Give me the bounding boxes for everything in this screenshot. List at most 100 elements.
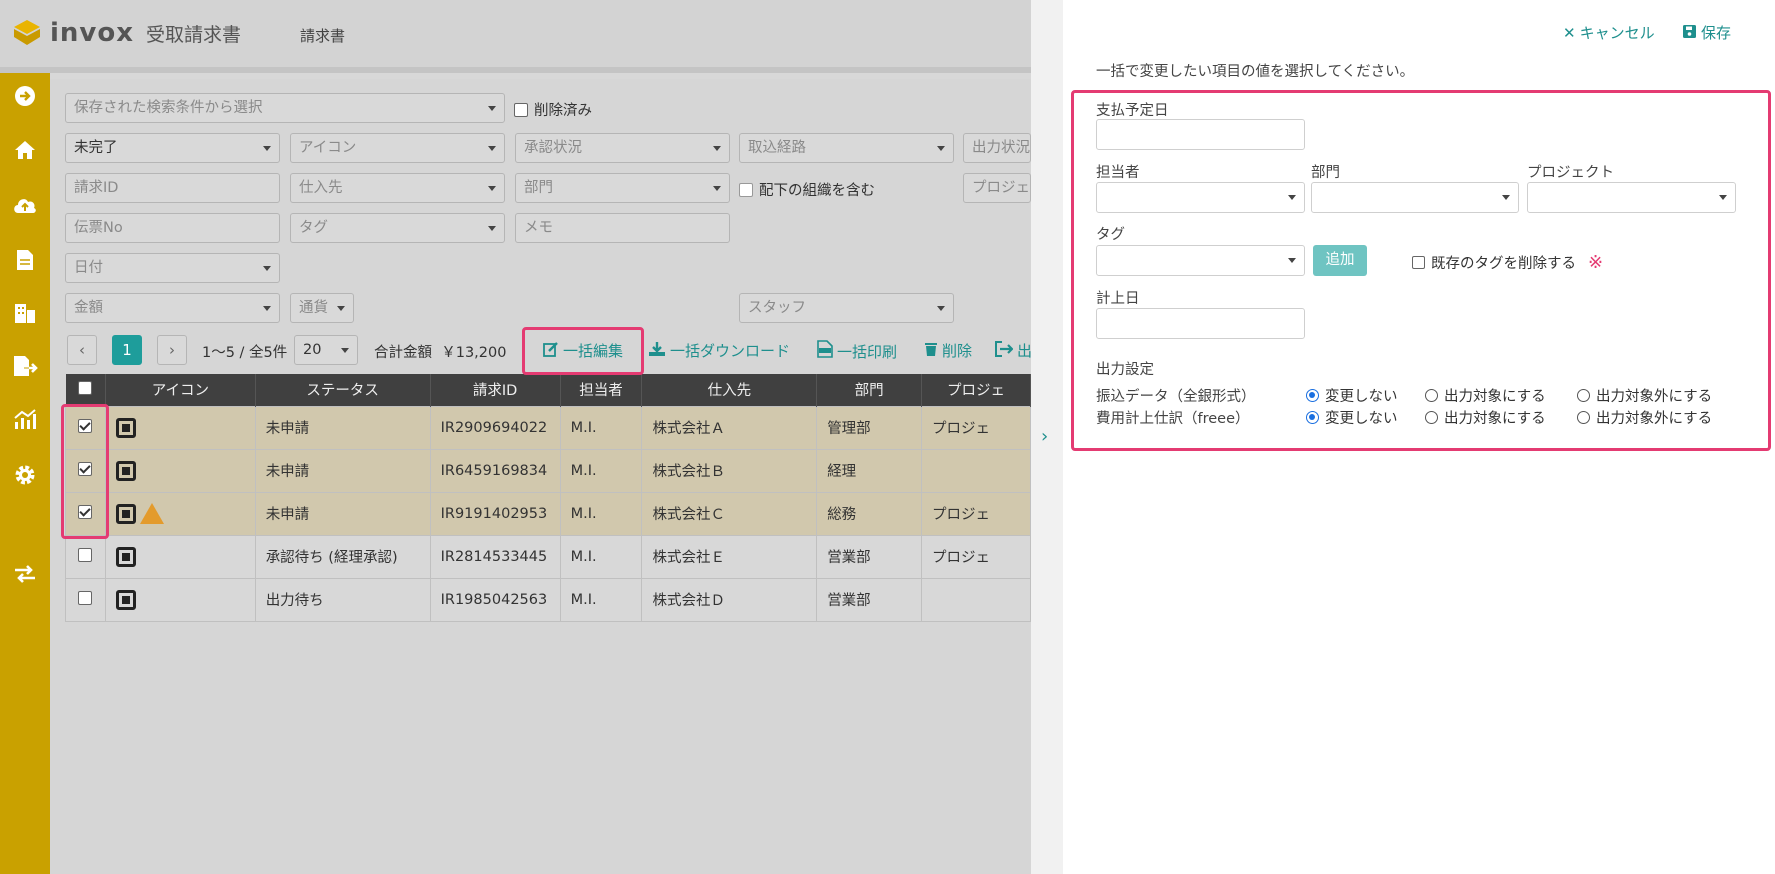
radio-no-change[interactable]: 変更しない (1306, 385, 1398, 406)
invoice-id-input[interactable]: 請求ID (65, 173, 280, 203)
intake-select[interactable]: 取込経路 (739, 133, 954, 163)
row-checkbox[interactable] (65, 534, 106, 579)
panel-collapse-bar[interactable]: › (1031, 0, 1063, 874)
prev-page-button[interactable]: ‹ (67, 335, 97, 365)
row-dept: 管理部 (816, 405, 923, 450)
col-header-project[interactable]: プロジェ (921, 374, 1031, 406)
remove-tags-checkbox[interactable]: 既存のタグを削除する ※ (1412, 252, 1603, 273)
icon-select[interactable]: アイコン (290, 133, 505, 163)
bulk-print-button[interactable]: 一括印刷 (817, 340, 897, 362)
col-header-owner[interactable]: 担当者 (560, 374, 643, 406)
dept-select[interactable]: 部門 (515, 173, 730, 203)
project-select-panel[interactable] (1527, 182, 1736, 213)
deleted-label: 削除済み (534, 103, 592, 119)
gear-icon[interactable] (10, 463, 40, 493)
bulk-edit-panel: ✕ キャンセル 保存 一括で変更したい項目の値を選択してください。 支払予定日 担… (1063, 0, 1775, 874)
row-project (921, 448, 1031, 493)
login-icon[interactable] (10, 85, 40, 115)
radio-label: 出力対象外にする (1596, 411, 1713, 427)
nav-invoices[interactable]: 請求書 (300, 25, 345, 46)
save-icon (1683, 24, 1696, 42)
chevron-right-icon[interactable]: › (1041, 426, 1048, 447)
total-amount: 合計金額 ￥13,200 (374, 341, 506, 362)
radio-include[interactable]: 出力対象にする (1425, 385, 1546, 406)
radio-label: 変更しない (1325, 411, 1398, 427)
col-header-supplier[interactable]: 仕入先 (641, 374, 818, 406)
deleted-checkbox[interactable]: 削除済み (514, 99, 592, 120)
radio-no-change[interactable]: 変更しない (1306, 407, 1398, 428)
radio-exclude[interactable]: 出力対象外にする (1577, 407, 1712, 428)
project-select[interactable]: プロジェ (963, 173, 1031, 203)
memo-input[interactable]: メモ (515, 213, 730, 243)
export-icon[interactable] (10, 354, 40, 384)
saved-search-select[interactable]: 保存された検索条件から選択 (65, 93, 505, 123)
row-supplier: 株式会社Ａ (641, 405, 818, 450)
amount-select[interactable]: 金額 (65, 293, 280, 323)
radio-exclude[interactable]: 出力対象外にする (1577, 385, 1712, 406)
col-header-icon[interactable]: アイコン (105, 374, 256, 406)
row-status: 未申請 (254, 448, 431, 493)
bulk-print-label: 一括印刷 (837, 342, 898, 361)
radio-label: 出力対象外にする (1596, 389, 1713, 405)
switch-icon[interactable] (10, 563, 40, 593)
dept-select-panel[interactable] (1311, 182, 1519, 213)
row-status: 出力待ち (254, 577, 431, 622)
select-all-checkbox[interactable] (65, 374, 106, 406)
output-status-select[interactable]: 出力状況 (963, 133, 1031, 163)
cancel-button[interactable]: ✕ キャンセル (1563, 22, 1655, 43)
col-header-status[interactable]: ステータス (255, 374, 431, 406)
row-status: 未申請 (254, 491, 431, 536)
ai-chip-icon (115, 546, 136, 567)
page-1-button[interactable]: 1 (112, 335, 142, 365)
staff-select[interactable]: スタッフ (739, 293, 954, 323)
close-icon: ✕ (1563, 23, 1576, 42)
table-row[interactable]: 未申請 IR6459169834 M.I. 株式会社Ｂ 経理 (65, 448, 1031, 493)
pay-date-label: 支払予定日 (1096, 103, 1169, 119)
output-icon (995, 340, 1014, 361)
building-icon[interactable] (10, 301, 40, 331)
col-header-dept[interactable]: 部門 (816, 374, 923, 406)
logo-cube-icon (12, 18, 42, 48)
row-supplier: 株式会社Ｃ (641, 491, 818, 536)
output-button[interactable]: 出 (995, 340, 1032, 361)
tag-select[interactable]: タグ (290, 213, 505, 243)
supplier-select[interactable]: 仕入先 (290, 173, 505, 203)
pay-date-input[interactable] (1096, 119, 1305, 150)
document-icon[interactable] (10, 248, 40, 278)
table-row[interactable]: 未申請 IR2909694022 M.I. 株式会社Ａ 管理部 プロジェ (65, 405, 1031, 450)
result-range: 1〜5 / 全5件 (202, 345, 288, 361)
date-select[interactable]: 日付 (65, 253, 280, 283)
radio-include[interactable]: 出力対象にする (1425, 407, 1546, 428)
row-status: 承認待ち (経理承認) (254, 534, 431, 579)
output-label: 出 (1017, 342, 1033, 360)
chart-icon[interactable] (10, 408, 40, 438)
approval-select[interactable]: 承認状況 (515, 133, 730, 163)
owner-select[interactable] (1096, 182, 1305, 213)
ai-chip-icon (115, 589, 136, 610)
table-row[interactable]: 承認待ち (経理承認) IR2814533445 M.I. 株式会社Ｅ 営業部 … (65, 534, 1031, 579)
remove-tags-label: 既存のタグを削除する (1431, 256, 1576, 272)
upload-cloud-icon[interactable] (10, 193, 40, 223)
post-date-input[interactable] (1096, 308, 1305, 339)
delete-button[interactable]: 削除 (924, 340, 972, 361)
table-row[interactable]: 出力待ち IR1985042563 M.I. 株式会社Ｄ 営業部 (65, 577, 1031, 622)
include-sub-checkbox[interactable]: 配下の組織を含む (739, 179, 875, 200)
status-select[interactable]: 未完了 (65, 133, 280, 163)
total-value: ￥13,200 (441, 345, 507, 361)
post-date-label: 計上日 (1096, 291, 1140, 307)
table-row[interactable]: 未申請 IR9191402953 M.I. 株式会社Ｃ 総務 プロジェ (65, 491, 1031, 536)
currency-select[interactable]: 通貨 (290, 293, 354, 323)
app-logo[interactable]: invox 受取請求書 (12, 18, 241, 48)
voucher-input[interactable]: 伝票No (65, 213, 280, 243)
per-page-select[interactable]: 20 (294, 335, 358, 365)
row-supplier: 株式会社Ｅ (641, 534, 818, 579)
home-icon[interactable] (10, 139, 40, 169)
next-page-button[interactable]: › (157, 335, 187, 365)
tag-select-panel[interactable] (1096, 245, 1305, 276)
bulk-download-button[interactable]: 一括ダウンロード (648, 340, 790, 361)
row-checkbox[interactable] (65, 577, 106, 622)
col-header-id[interactable]: 請求ID (430, 374, 561, 406)
row-project: プロジェ (921, 534, 1031, 579)
add-tag-button[interactable]: 追加 (1313, 245, 1367, 276)
save-button[interactable]: 保存 (1683, 22, 1731, 43)
